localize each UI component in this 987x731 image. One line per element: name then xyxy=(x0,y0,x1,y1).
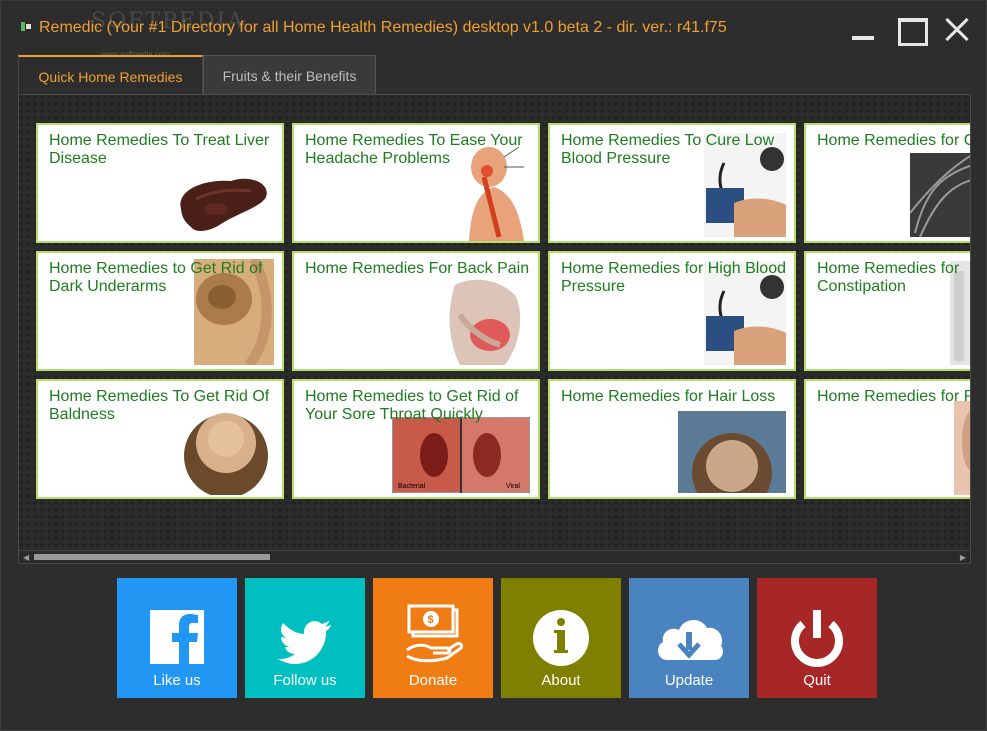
hair-loss-image xyxy=(678,411,786,493)
app-window: SOFTPEDIA Remedic (Your #1 Directory for… xyxy=(0,0,987,731)
remedies-panel: Home Remedies To Treat Liver Disease Hom… xyxy=(18,94,971,564)
throat-image: Bacterial Viral xyxy=(392,417,530,493)
remedy-card-headache[interactable]: Home Remedies To Ease Your Headache Prob… xyxy=(292,123,540,243)
horizontal-scrollbar[interactable]: ◀ ▶ xyxy=(19,550,970,563)
remedy-card-p[interactable]: Home Remedies for P xyxy=(804,379,971,499)
remedy-card-constipation[interactable]: Home Remedies for Constipation xyxy=(804,251,970,371)
quit-button[interactable]: Quit xyxy=(757,578,877,698)
donate-button[interactable]: $ Donate xyxy=(373,578,493,698)
card-title: Home Remedies for Hair Loss xyxy=(561,388,776,405)
remedy-card-hair-loss[interactable]: Home Remedies for Hair Loss xyxy=(548,379,796,499)
close-button[interactable] xyxy=(941,15,971,43)
card-title: Home Remedies for Constipation xyxy=(817,260,960,295)
hair-image xyxy=(910,153,970,237)
window-title: Remedic (Your #1 Directory for all Home … xyxy=(39,19,727,36)
card-title: Home Remedies for P xyxy=(817,388,971,405)
card-title: Home Remedies For Back Pain xyxy=(305,260,530,277)
liver-image xyxy=(180,178,267,231)
update-label: Update xyxy=(664,672,714,689)
card-title: Home Remedies for G xyxy=(817,132,971,149)
back-pain-image xyxy=(449,279,521,365)
face-image xyxy=(954,401,970,495)
minimize-button[interactable] xyxy=(849,15,879,43)
remedy-card-liver[interactable]: Home Remedies To Treat Liver Disease xyxy=(36,123,284,243)
remedy-card-high-bp[interactable]: Home Remedies for High Blood Pressure xyxy=(548,251,796,371)
bacterial-label: Bacterial xyxy=(398,483,426,490)
remedy-card-low-bp[interactable]: Home Remedies To Cure Low Blood Pressure xyxy=(548,123,796,243)
cloud-download-icon xyxy=(658,619,723,660)
donate-icon: $ xyxy=(406,604,463,663)
power-icon xyxy=(791,610,843,667)
scroll-right-arrow-icon[interactable]: ▶ xyxy=(960,553,966,562)
tab-fruits-benefits[interactable]: Fruits & their Benefits xyxy=(203,55,376,95)
scroll-left-arrow-icon[interactable]: ◀ xyxy=(23,553,29,562)
donate-label: Donate xyxy=(408,672,458,689)
about-button[interactable]: About xyxy=(501,578,621,698)
svg-text:$: $ xyxy=(428,614,434,626)
app-icon xyxy=(21,22,31,31)
card-title: Home Remedies To Get Rid Of Baldness xyxy=(49,388,270,423)
follow-us-button[interactable]: Follow us xyxy=(245,578,365,698)
card-title: Home Remedies to Get Rid of Dark Underar… xyxy=(49,260,263,295)
facebook-icon xyxy=(150,610,204,664)
title-bar[interactable]: SOFTPEDIA Remedic (Your #1 Directory for… xyxy=(1,1,986,59)
remedy-card-sore-throat[interactable]: Home Remedies to Get Rid of Your Sore Th… xyxy=(292,379,540,499)
remedy-card-baldness[interactable]: Home Remedies To Get Rid Of Baldness xyxy=(36,379,284,499)
like-us-label: Like us xyxy=(153,672,201,689)
card-title: Home Remedies to Get Rid of Your Sore Th… xyxy=(305,388,519,423)
update-button[interactable]: Update xyxy=(629,578,749,698)
card-title: Home Remedies To Ease Your Headache Prob… xyxy=(305,132,523,167)
like-us-button[interactable]: Like us xyxy=(117,578,237,698)
twitter-icon xyxy=(278,621,331,664)
remedy-card-underarms[interactable]: Home Remedies to Get Rid of Dark Underar… xyxy=(36,251,284,371)
tab-quick-home-remedies[interactable]: Quick Home Remedies xyxy=(18,55,203,95)
card-title: Home Remedies To Treat Liver Disease xyxy=(49,132,270,167)
follow-us-label: Follow us xyxy=(273,672,337,689)
quit-label: Quit xyxy=(803,672,831,689)
maximize-button[interactable] xyxy=(896,15,928,46)
info-icon xyxy=(533,610,589,666)
viral-label: Viral xyxy=(506,483,520,490)
scrollbar-thumb[interactable] xyxy=(34,554,270,560)
card-title: Home Remedies for High Blood Pressure xyxy=(561,260,786,295)
remedy-card-back-pain[interactable]: Home Remedies For Back Pain xyxy=(292,251,540,371)
card-title: Home Remedies To Cure Low Blood Pressure xyxy=(561,132,775,167)
about-label: About xyxy=(541,672,581,689)
remedy-card-hair[interactable]: Home Remedies for G xyxy=(804,123,971,243)
